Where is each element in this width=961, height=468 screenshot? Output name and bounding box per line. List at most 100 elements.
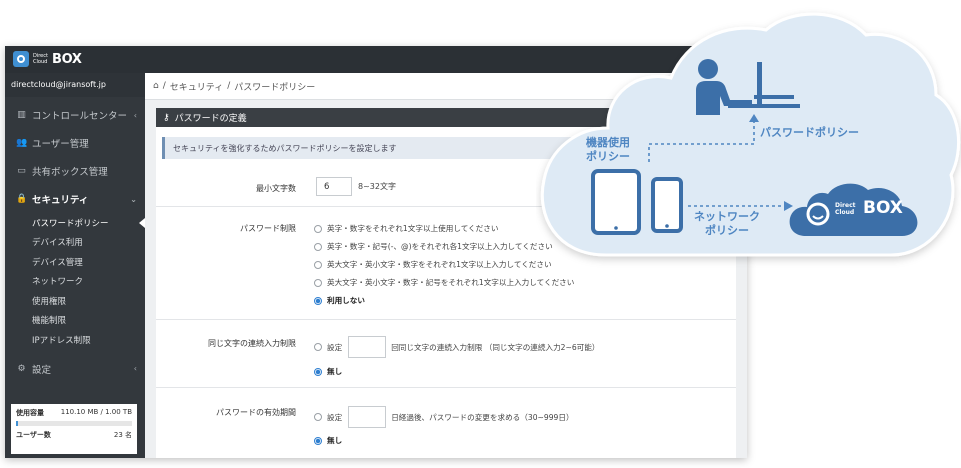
chevron-down-icon: ⌄ [130,194,137,204]
sidebar-sub-label: ネットワーク [32,277,84,288]
radio-button[interactable] [314,343,322,351]
password-policy-caption: パスワードポリシー [760,126,859,139]
sidebar-sub-network[interactable]: ネットワーク [5,272,145,292]
expiry-days-input[interactable] [348,406,387,428]
radio-button-selected[interactable] [314,436,322,445]
device-policy-caption: 機器使用 ポリシー [586,136,630,164]
panel-title: パスワードの定義 [174,114,247,124]
home-icon[interactable]: ⌂ [153,81,159,91]
users-icon: 👥 [16,138,28,148]
option-label: 設定 [327,412,343,422]
chevron-left-icon: ‹ [133,364,137,373]
radio-button-selected[interactable] [314,367,322,376]
sidebar-item-users[interactable]: 👥 ユーザー管理 [5,129,145,157]
option-label: 無し [327,436,343,445]
radio-button[interactable] [314,242,322,251]
consecutive-description: 回同じ文字の連続入力制限 （同じ文字の連続入力2~6可能） [391,342,600,352]
device-policy-line-2: ポリシー [586,150,630,163]
consecutive-label: 同じ文字の連続入力制限 [208,339,296,348]
option-label: 設定 [327,342,343,352]
restriction-option-2[interactable]: 英字・数字・記号(-、@)をそれぞれ各1文字以上入力してください [314,241,553,252]
option-label: 英字・数字をそれぞれ1文字以上使用してください [327,224,499,233]
sidebar-item-label: コントロールセンター [32,111,128,122]
expiry-label: パスワードの有効期間 [216,408,296,417]
logo-small-text: Direct Cloud [33,53,48,65]
restriction-option-4[interactable]: 英大文字・英小文字・数字・記号をそれぞれ1文字以上入力してください [314,277,574,288]
gear-icon: ⚙ [17,363,26,374]
expiry-row: パスワードの有効期間 設定 日経過後、パスワードの変更を求める（30~999日）… [156,389,736,458]
chevron-left-icon: ‹ [133,110,137,120]
users-count-label: ユーザー数 [16,431,51,439]
bar-chart-icon: ▥ [17,110,26,120]
box-logo-direct: Direct [835,202,856,209]
consecutive-option-none[interactable]: 無し [314,366,342,377]
sidebar-sub-label: パスワードポリシー [32,218,109,229]
sidebar-item-label: ユーザー管理 [32,139,89,150]
hdd-icon: ▭ [17,166,26,176]
breadcrumb-sep: / [162,81,166,91]
expiry-option-none[interactable]: 無し [314,435,342,446]
breadcrumb-current: パスワードポリシー [234,82,316,93]
radio-button[interactable] [314,278,322,287]
sidebar-item-settings[interactable]: ⚙ 設定 ‹ [5,355,145,383]
sidebar-sub-label: デバイス利用 [32,238,83,249]
radio-button-selected[interactable] [314,296,322,305]
option-label: 英字・数字・記号(-、@)をそれぞれ各1文字以上入力してください [327,242,553,251]
sidebar-sub-permissions[interactable]: 使用権限 [5,291,145,311]
network-policy-line-2: ポリシー [705,224,749,237]
radio-button[interactable] [314,413,322,421]
logo-box-text: BOX [52,51,82,67]
restriction-option-none[interactable]: 利用しない [314,295,365,306]
person-at-computer-icon [696,59,800,115]
sidebar-sub-password-policy[interactable]: パスワードポリシー [5,213,145,233]
restriction-option-1[interactable]: 英字・数字をそれぞれ1文字以上使用してください [314,223,498,234]
sidebar-sub-label: 使用権限 [32,296,67,307]
expiry-option-set[interactable]: 設定 日経過後、パスワードの変更を求める（30~999日） [314,406,574,428]
capacity-value: 110.10 MB / 1.00 TB [60,408,132,416]
sidebar-item-shared-box[interactable]: ▭ 共有ボックス管理 [5,157,145,185]
logo-mark-icon [13,51,29,67]
min-length-hint: 8~32文字 [358,182,396,191]
usage-box: 使用容量 110.10 MB / 1.00 TB ユーザー数 23 名 [11,404,137,454]
app-logo[interactable]: Direct Cloud BOX [13,51,82,67]
policy-cloud-illustration: パスワードポリシー 機器使用 ポリシー ネットワーク ポリシー Direct C… [536,0,961,270]
box-logo-cloud: Cloud [835,209,855,216]
capacity-label: 使用容量 [16,409,44,417]
key-icon: ⚷ [163,112,170,123]
min-length-label: 最小文字数 [256,184,296,193]
account-email[interactable]: directcloud@jiransoft.jp [5,73,145,97]
page: Direct Cloud BOX directcloud@jiransoft.j… [0,0,961,468]
restriction-option-3[interactable]: 英大文字・英小文字・数字をそれぞれ1文字以上入力してください [314,259,552,270]
sidebar-sub-device-management[interactable]: デバイス管理 [5,252,145,272]
min-length-input[interactable]: 6 [316,177,352,196]
sidebar-item-security[interactable]: 🔒 セキュリティ ⌄ [5,185,145,213]
radio-button[interactable] [314,224,322,233]
breadcrumb-security[interactable]: セキュリティ [170,80,223,93]
capacity-bar-fill [16,421,18,426]
restriction-label: パスワード制限 [240,224,296,233]
sidebar-sub-label: IPアドレス制限 [32,335,91,346]
network-policy-line-1: ネットワーク [694,210,760,223]
network-policy-caption: ネットワーク ポリシー [694,210,760,238]
consecutive-count-input[interactable] [348,336,387,358]
box-logo-box-text: BOX [863,198,903,218]
sidebar-item-label: 共有ボックス管理 [32,167,108,178]
option-label: 英大文字・英小文字・数字をそれぞれ1文字以上入力してください [327,260,552,269]
radio-button[interactable] [314,260,322,269]
tablet-and-phone-icon [591,169,683,235]
capacity-bar [16,421,132,426]
sidebar-sub-feature-limits[interactable]: 機能制限 [5,311,145,331]
breadcrumb-sep: / [227,81,231,91]
sidebar-sub-device-use[interactable]: デバイス利用 [5,233,145,253]
consecutive-row: 同じ文字の連続入力制限 設定 回同じ文字の連続入力制限 （同じ文字の連続入力2~… [156,321,736,388]
sidebar-sub-label: 機能制限 [32,316,67,327]
option-label: 利用しない [327,296,365,305]
box-logo-small-text: Direct Cloud [835,202,856,216]
sidebar-sub-ip-restriction[interactable]: IPアドレス制限 [5,330,145,350]
sidebar-item-label: 設定 [32,364,52,376]
lock-icon: 🔒 [16,194,28,204]
option-label: 英大文字・英小文字・数字・記号をそれぞれ1文字以上入力してください [327,278,575,287]
consecutive-option-set[interactable]: 設定 回同じ文字の連続入力制限 （同じ文字の連続入力2~6可能） [314,336,599,358]
dashed-arrow-password-icon [648,114,759,162]
sidebar-item-control-center[interactable]: ▥ コントロールセンター ‹ [5,101,145,129]
